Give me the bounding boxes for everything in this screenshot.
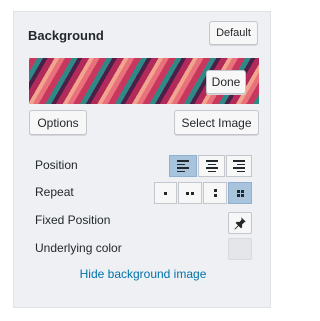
options-button[interactable]: Options: [29, 110, 87, 135]
repeat-label: Repeat: [35, 185, 74, 199]
underlying-color-picker[interactable]: [228, 238, 252, 260]
repeat-x-button[interactable]: [178, 182, 202, 204]
select-image-button[interactable]: Select Image: [174, 110, 259, 135]
repeat-none-button[interactable]: [154, 182, 177, 204]
no-repeat-icon: [164, 191, 167, 195]
default-button[interactable]: Default: [209, 21, 258, 45]
align-left-icon: [177, 160, 189, 172]
align-center-icon: [205, 160, 218, 172]
repeat-y-button[interactable]: [203, 182, 227, 204]
hide-background-image-link[interactable]: Hide background image: [14, 267, 272, 281]
background-panel: Background Default Done Options Select I…: [13, 11, 271, 308]
panel-title: Background: [28, 28, 104, 43]
repeat-tile-icon: [236, 189, 244, 197]
repeat-x-icon: [186, 191, 194, 195]
underlying-color-label: Underlying color: [35, 241, 122, 255]
repeat-y-icon: [213, 189, 217, 197]
position-align-left-button[interactable]: [169, 155, 197, 177]
position-align-right-button[interactable]: [226, 155, 252, 177]
position-align-center-button[interactable]: [198, 155, 225, 177]
fixed-position-toggle[interactable]: [228, 212, 252, 234]
pin-icon: [234, 217, 246, 230]
position-label: Position: [35, 158, 78, 172]
align-right-icon: [233, 160, 245, 172]
done-button[interactable]: Done: [206, 70, 246, 94]
repeat-tile-button[interactable]: [228, 182, 252, 204]
fixed-position-label: Fixed Position: [35, 213, 111, 227]
